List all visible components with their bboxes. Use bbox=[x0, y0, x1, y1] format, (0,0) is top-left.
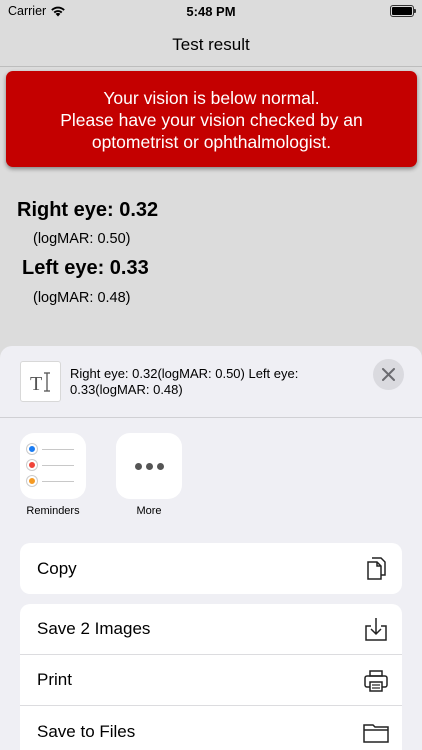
warning-line-3: optometrist or ophthalmologist. bbox=[91, 132, 332, 152]
print-label: Print bbox=[37, 670, 72, 689]
reminders-label: Reminders bbox=[26, 505, 80, 517]
copy-icon bbox=[367, 557, 386, 580]
share-sheet: T Right eye: 0.32(logMAR: 0.50) Left eye… bbox=[0, 346, 422, 750]
vision-warning-banner: Your vision is below normal. Please have… bbox=[6, 71, 417, 167]
left-eye-result: Left eye: 0.33 bbox=[22, 257, 149, 279]
save-to-files-action[interactable]: Save to Files bbox=[20, 706, 402, 750]
action-group-copy: Copy bbox=[20, 543, 402, 594]
printer-icon bbox=[364, 670, 388, 692]
close-icon bbox=[382, 368, 395, 381]
more-label: More bbox=[136, 505, 162, 517]
right-eye-result: Right eye: 0.32 bbox=[17, 199, 159, 221]
action-group-file: Save 2 Images Print Save to Files bbox=[20, 604, 402, 750]
save-images-label: Save 2 Images bbox=[37, 619, 151, 638]
close-button[interactable] bbox=[373, 359, 404, 390]
share-preview-text: Right eye: 0.32(logMAR: 0.50) Left eye: … bbox=[70, 366, 299, 397]
more-icon bbox=[116, 433, 182, 499]
left-eye-logmar: (logMAR: 0.48) bbox=[33, 290, 131, 306]
page-title: Test result bbox=[172, 35, 250, 54]
save-to-files-label: Save to Files bbox=[37, 721, 136, 741]
reminders-app-button[interactable] bbox=[20, 433, 86, 499]
copy-action[interactable]: Copy bbox=[20, 543, 402, 594]
status-time: 5:48 PM bbox=[186, 4, 236, 19]
save-images-action[interactable]: Save 2 Images bbox=[20, 604, 402, 655]
navigation-bar: Test result bbox=[0, 22, 422, 67]
more-apps-button[interactable] bbox=[116, 433, 182, 499]
battery-icon bbox=[390, 5, 416, 17]
folder-icon bbox=[363, 724, 389, 743]
share-header: T Right eye: 0.32(logMAR: 0.50) Left eye… bbox=[0, 346, 422, 418]
print-action[interactable]: Print bbox=[20, 655, 402, 706]
save-image-icon bbox=[365, 618, 387, 641]
svg-text:T: T bbox=[30, 373, 42, 394]
right-eye-logmar: (logMAR: 0.50) bbox=[33, 231, 131, 247]
text-cursor-icon: T bbox=[20, 361, 61, 402]
status-bar: Carrier 5:48 PM bbox=[0, 0, 422, 22]
copy-label: Copy bbox=[37, 558, 77, 578]
warning-line-1: Your vision is below normal. bbox=[103, 88, 320, 108]
warning-line-2: Please have your vision checked by an bbox=[60, 110, 363, 130]
